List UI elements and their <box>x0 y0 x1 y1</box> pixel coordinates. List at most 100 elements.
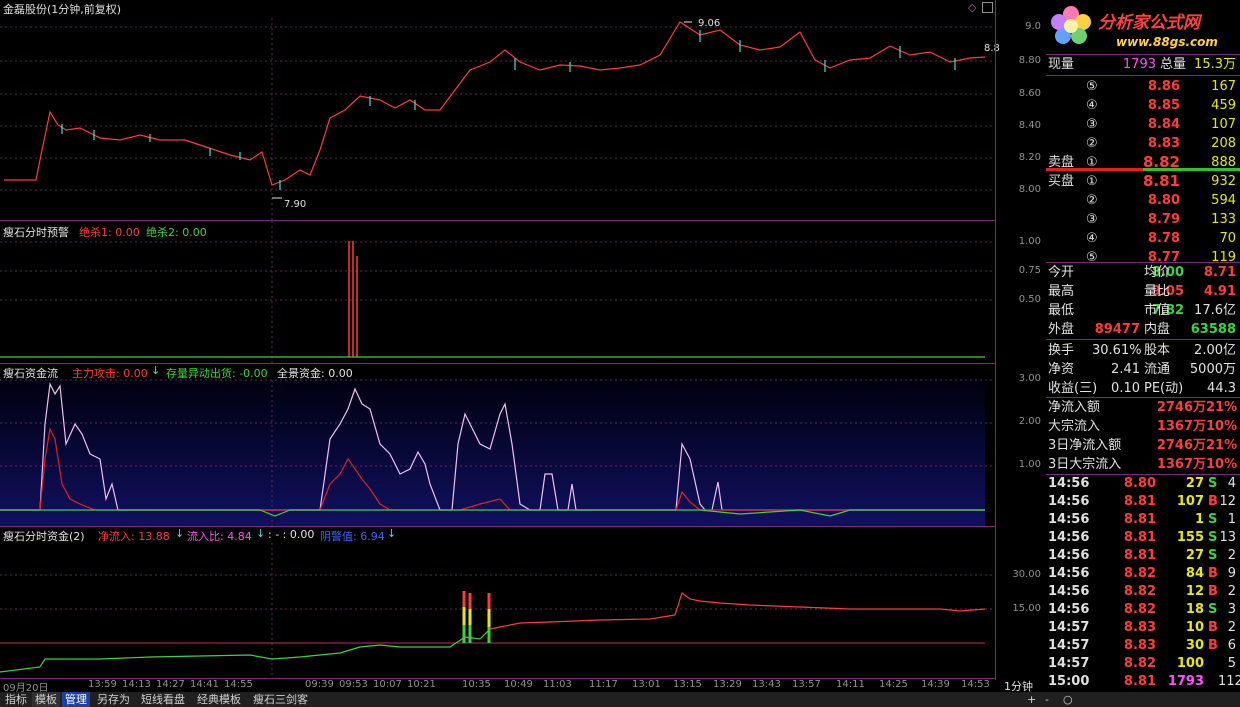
current-vol: 1793 <box>1122 57 1156 72</box>
flow-pct: 10% <box>1206 419 1238 434</box>
intraday-fund-panel[interactable]: 瘦石分时资金(2) 净流入: 13.88 ↓ 流入比: 4.84 ↓ : - :… <box>0 527 995 679</box>
time-tick: 10:07 <box>373 679 402 690</box>
level: ② <box>1086 136 1098 151</box>
axis-tick: 0.50 <box>1018 294 1041 305</box>
ask-vol: 208 <box>1211 136 1236 151</box>
fundflow-panel[interactable]: 瘦石资金流 主力攻击: 0.00 ↓ 存量异动出货: -0.00 全景资金: 0… <box>0 364 995 527</box>
ask-price: 8.83 <box>1147 136 1180 151</box>
low-price-label: 7.90 <box>284 199 307 210</box>
tick-row: 14:56 8.81 107 B 12 <box>1046 493 1240 511</box>
flow-pct: 21% <box>1206 400 1238 415</box>
stats2-row: 收益(三) 0.10 PE(动) 44.3 <box>1046 379 1240 398</box>
tick-list[interactable]: 14:56 8.80 27 S 4 14:56 8.81 107 B 12 14:56 8.81 1 S 1… <box>1046 475 1240 691</box>
tick-side: B <box>1208 566 1218 581</box>
tab-manage[interactable]: 管理 <box>62 692 90 707</box>
stat-label: 最高 <box>1048 284 1075 299</box>
stat-label: 外盘 <box>1048 322 1075 337</box>
price-line-up <box>4 21 986 186</box>
logo: 分析家公式网 www.88gs.com <box>1046 0 1240 55</box>
arrow-down-icon: ↓ <box>151 364 161 377</box>
tick-time: 14:56 <box>1048 512 1090 527</box>
tick-price: 8.81 <box>1123 494 1156 509</box>
stat-value: 8.71 <box>1203 265 1236 280</box>
flow-row: 3日大宗流入 1367万 10% <box>1046 455 1240 474</box>
bid-row: ② 8.80 594 <box>1046 191 1240 210</box>
tick-time: 14:56 <box>1048 476 1090 491</box>
axis-tick: 0.75 <box>1018 265 1041 276</box>
time-tick: 11:03 <box>543 679 572 690</box>
ask-row: ⑤ 8.86 167 <box>1046 77 1240 96</box>
tick-price: 8.81 <box>1123 530 1156 545</box>
tab-classic-template[interactable]: 经典模板 <box>194 692 244 707</box>
tick-count: 12 <box>1219 494 1236 509</box>
tick-vol: 84 <box>1185 566 1204 581</box>
current-vol-label: 现量 <box>1048 57 1075 72</box>
zoom-in-button[interactable]: + <box>1024 692 1039 707</box>
flow-value: 2746万 <box>1156 400 1206 415</box>
bid-vol: 133 <box>1211 212 1236 227</box>
tick-side: S <box>1208 548 1218 563</box>
warning-panel[interactable]: 瘦石分时预警 绝杀1: 0.00 绝杀2: 0.00 <box>0 221 995 364</box>
warning-chart <box>0 221 995 363</box>
tick-time: 14:57 <box>1048 656 1090 671</box>
stat-label: PE(动) <box>1144 381 1184 396</box>
stat-value: 5000万 <box>1189 362 1236 377</box>
tick-vol: 1793 <box>1167 674 1204 689</box>
stat-label: 股本 <box>1144 343 1171 358</box>
tick-row: 14:56 8.81 27 S 2 <box>1046 547 1240 565</box>
chart-area[interactable]: 金磊股份(1分钟,前复权) ◇ 9.06 7.90 8.8 9.0 8.80 8… <box>0 0 1041 680</box>
level: ① <box>1086 174 1098 189</box>
ask-vol: 459 <box>1211 98 1236 113</box>
axis-tick: 2.00 <box>1018 416 1041 427</box>
tick-count: 3 <box>1227 602 1236 617</box>
stat-value: 2.00亿 <box>1194 343 1236 358</box>
stat-label: 最低 <box>1048 303 1075 318</box>
indicator-panorama-fund: 全景资金: 0.00 <box>277 367 353 380</box>
time-tick: 14:55 <box>224 679 253 690</box>
tick-vol: 18 <box>1185 602 1204 617</box>
price-panel[interactable]: 金磊股份(1分钟,前复权) ◇ 9.06 7.90 8.8 <box>0 0 1000 221</box>
tick-count: 13 <box>1219 530 1236 545</box>
intraday-fund-chart <box>0 543 995 678</box>
flow-label: 大宗流入 <box>1048 419 1101 434</box>
time-tick: 14:13 <box>122 679 151 690</box>
time-tick: 09:53 <box>339 679 368 690</box>
tab-indicator[interactable]: 指标 <box>2 692 30 707</box>
flow-label: 3日大宗流入 <box>1048 457 1122 472</box>
time-tick: 09:39 <box>305 679 334 690</box>
stat-label: 流通 <box>1144 362 1171 377</box>
time-tick: 10:35 <box>462 679 491 690</box>
tab-save-as[interactable]: 另存为 <box>94 692 133 707</box>
tick-side: S <box>1208 530 1218 545</box>
ask-price: 8.84 <box>1147 117 1180 132</box>
tab-short-term[interactable]: 短线看盘 <box>138 692 188 707</box>
tab-shoushi-swords[interactable]: 瘦石三剑客 <box>250 692 311 707</box>
tick-row: 14:56 8.81 155 S 13 <box>1046 529 1240 547</box>
tick-time: 14:56 <box>1048 494 1090 509</box>
time-tick: 14:27 <box>156 679 185 690</box>
time-tick: 14:53 <box>961 679 990 690</box>
intraday-fund-axis: 30.00 15.00 <box>1000 527 1044 678</box>
axis-tick: 8.00 <box>1018 184 1041 195</box>
ask-vol: 167 <box>1211 79 1236 94</box>
tick-side: S <box>1208 602 1218 617</box>
stat-label: 均价 <box>1144 265 1171 280</box>
logo-name: 分析家公式网 <box>1098 13 1200 33</box>
zoom-out-button[interactable]: - <box>1042 692 1052 707</box>
tick-side: S <box>1208 476 1218 491</box>
stat-value: 44.3 <box>1207 381 1236 396</box>
tick-price: 8.82 <box>1123 602 1156 617</box>
tick-count: 6 <box>1227 638 1236 653</box>
tick-time: 15:00 <box>1048 674 1090 689</box>
bid-price: 8.81 <box>1142 172 1180 190</box>
stat-label: 净资 <box>1048 362 1075 377</box>
quote-panel: 分析家公式网 www.88gs.com 现量 1793 总量 15.3万 ⑤ 8.… <box>1046 0 1240 707</box>
tab-template[interactable]: 模板 <box>32 692 60 707</box>
ask-vol: 107 <box>1211 117 1236 132</box>
circle-button[interactable]: ○ <box>1060 692 1076 707</box>
tick-row: 14:57 8.82 100 5 <box>1046 655 1240 673</box>
stat-value: 17.6亿 <box>1194 303 1236 318</box>
time-axis: 09月20日 13:59 14:13 14:27 14:41 14:55 09:… <box>0 679 995 694</box>
flow-pct: 21% <box>1206 438 1238 453</box>
tick-vol: 30 <box>1185 638 1204 653</box>
